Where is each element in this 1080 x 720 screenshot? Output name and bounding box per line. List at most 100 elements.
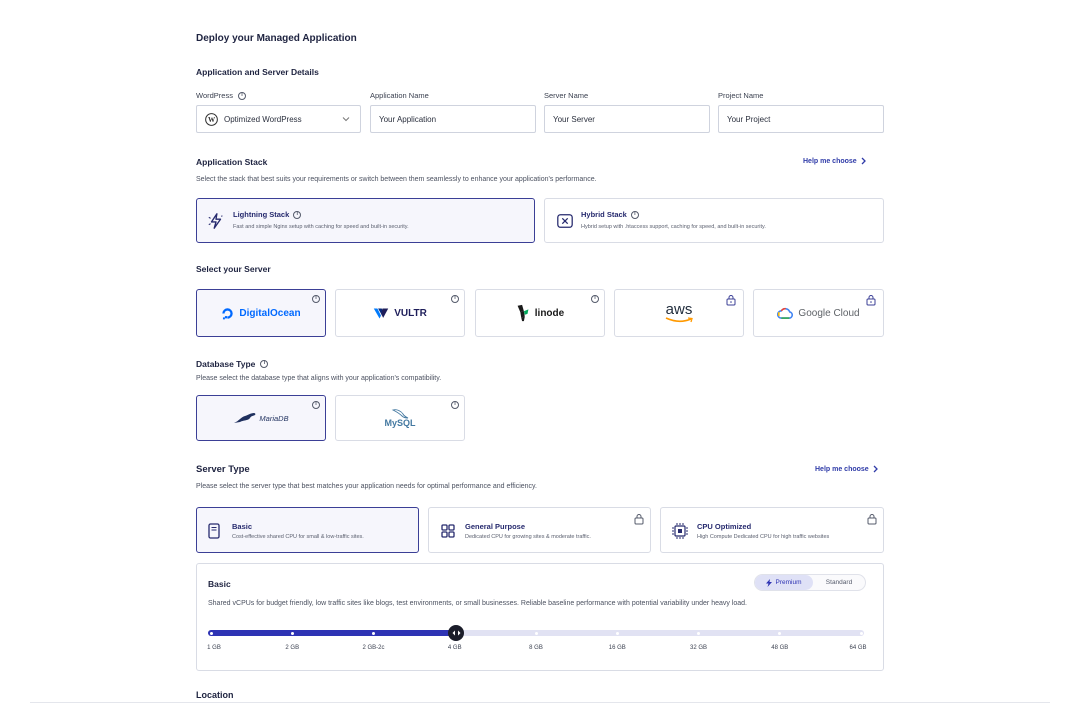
plan-size-slider-handle[interactable]: [448, 625, 464, 641]
slider-size-label[interactable]: 2 GB: [285, 645, 299, 651]
mariadb-logo: MariaDB: [197, 396, 325, 440]
wordpress-select[interactable]: W Optimized WordPress: [196, 105, 361, 133]
linode-icon: [517, 304, 529, 322]
database-type-title-row: Database Type i: [196, 359, 269, 369]
mariadb-seal-icon: [234, 413, 256, 423]
info-icon[interactable]: i: [312, 295, 320, 303]
chevron-down-icon: [342, 117, 350, 122]
info-icon[interactable]: i: [630, 210, 639, 219]
server-type-basic[interactable]: Basic Cost-effective shared CPU for smal…: [196, 507, 419, 553]
digitalocean-icon: [222, 307, 234, 319]
plan-size-slider-fill: [208, 630, 456, 636]
page-title: Deploy your Managed Application: [196, 33, 357, 44]
bolt-icon: [766, 578, 773, 587]
slider-tick[interactable]: [697, 631, 700, 635]
aws-logo: aws: [615, 290, 743, 336]
provider-google-cloud[interactable]: Google Cloud: [753, 289, 884, 337]
wordpress-label-row: WordPress i: [196, 91, 246, 100]
slider-tick[interactable]: [778, 631, 782, 635]
basic-panel-title: Basic: [208, 579, 231, 589]
aws-smile-icon: [665, 317, 693, 323]
server-type-cpu-optimized[interactable]: CPU Optimized High Compute Dedicated CPU…: [660, 507, 884, 553]
vultr-logo: VULTR: [336, 290, 464, 336]
stack-option-lightning[interactable]: Lightning Stack i Fast and simple Nginx …: [196, 198, 535, 243]
application-name-label: Application Name: [370, 91, 429, 100]
wordpress-icon: W: [205, 112, 218, 126]
info-icon[interactable]: i: [293, 210, 302, 219]
digitalocean-logo: DigitalOcean: [197, 290, 325, 336]
slider-tick[interactable]: [534, 631, 538, 635]
info-icon[interactable]: i: [591, 295, 599, 303]
slider-size-label[interactable]: 2 GB-2c: [362, 645, 384, 651]
stack-help-link[interactable]: Help me choose: [803, 157, 866, 165]
server-type-description: Please select the server type that best …: [196, 483, 537, 490]
cpu-optimized-desc: High Compute Dedicated CPU for high traf…: [697, 534, 830, 540]
lightning-stack-desc: Fast and simple Nginx setup with caching…: [233, 224, 409, 230]
select-server-title: Select your Server: [196, 264, 271, 274]
server-type-help-label: Help me choose: [815, 465, 869, 473]
hybrid-icon: [557, 214, 573, 228]
aws-name: aws: [665, 301, 693, 318]
database-type-description: Please select the database type that ali…: [196, 375, 442, 382]
lock-icon: [866, 295, 876, 306]
database-option-mysql[interactable]: i MySQL: [335, 395, 465, 441]
standard-toggle[interactable]: Standard: [815, 575, 863, 590]
server-name-input[interactable]: Your Server: [544, 105, 710, 133]
stack-option-hybrid[interactable]: Hybrid Stack i Hybrid setup with .htacce…: [544, 198, 884, 243]
slider-tick[interactable]: [859, 631, 863, 635]
application-name-input[interactable]: Your Application: [370, 105, 536, 133]
provider-linode[interactable]: i linode: [475, 289, 605, 337]
lightning-icon: [208, 213, 223, 229]
slider-size-label[interactable]: 8 GB: [529, 645, 543, 651]
cpu-icon: [672, 523, 688, 539]
server-type-help-link[interactable]: Help me choose: [815, 465, 878, 473]
premium-toggle[interactable]: Premium: [755, 575, 813, 590]
mariadb-name: MariaDB: [259, 413, 289, 423]
slider-size-label[interactable]: 16 GB: [609, 645, 626, 651]
linode-logo: linode: [476, 290, 604, 336]
general-purpose-title: General Purpose: [465, 522, 526, 531]
info-icon[interactable]: i: [451, 401, 459, 409]
slider-tick[interactable]: [290, 631, 294, 635]
basic-desc: Cost-effective shared CPU for small & lo…: [232, 534, 364, 540]
cpu-optimized-title: CPU Optimized: [697, 522, 752, 531]
basic-title: Basic: [232, 522, 253, 531]
slider-tick[interactable]: [372, 631, 375, 635]
provider-vultr[interactable]: i VULTR: [335, 289, 465, 337]
slider-size-label[interactable]: 32 GB: [690, 645, 707, 651]
google-cloud-icon: [777, 307, 794, 319]
info-icon[interactable]: i: [312, 401, 320, 409]
grid-icon: [441, 524, 455, 538]
chevron-right-icon: [861, 157, 866, 165]
footer-divider: [30, 702, 1050, 703]
server-name-label: Server Name: [544, 91, 589, 100]
app-server-section-title: Application and Server Details: [196, 67, 319, 77]
chevron-right-icon: [873, 465, 878, 473]
provider-digitalocean[interactable]: i DigitalOcean: [196, 289, 326, 337]
lightning-stack-title: Lightning Stack: [233, 210, 290, 219]
mysql-name: MySQL: [384, 418, 416, 428]
server-type-title: Server Type: [196, 464, 250, 475]
slider-size-label[interactable]: 4 GB: [448, 645, 462, 651]
slider-size-label[interactable]: 1 GB: [207, 645, 221, 651]
premium-label: Premium: [775, 579, 802, 586]
info-icon[interactable]: i: [260, 360, 269, 368]
info-icon[interactable]: i: [237, 91, 246, 100]
project-name-label: Project Name: [718, 91, 764, 100]
slider-size-label[interactable]: 48 GB: [771, 645, 788, 651]
server-type-general-purpose[interactable]: General Purpose Dedicated CPU for growin…: [428, 507, 651, 553]
google-cloud-logo: Google Cloud: [754, 290, 883, 336]
slider-size-label[interactable]: 64 GB: [849, 645, 866, 651]
hybrid-stack-title: Hybrid Stack: [581, 210, 627, 219]
provider-aws[interactable]: aws: [614, 289, 744, 337]
wordpress-select-value: Optimized WordPress: [224, 114, 302, 124]
database-option-mariadb[interactable]: i MariaDB: [196, 395, 326, 441]
drag-arrows-icon: [452, 630, 460, 636]
info-icon[interactable]: i: [451, 295, 459, 303]
hybrid-stack-desc: Hybrid setup with .htaccess support, cac…: [581, 224, 766, 230]
project-name-input[interactable]: Your Project: [718, 105, 884, 133]
application-stack-title: Application Stack: [196, 157, 268, 167]
database-type-title: Database Type: [196, 359, 256, 369]
slider-tick[interactable]: [209, 631, 213, 635]
slider-tick[interactable]: [615, 631, 619, 635]
